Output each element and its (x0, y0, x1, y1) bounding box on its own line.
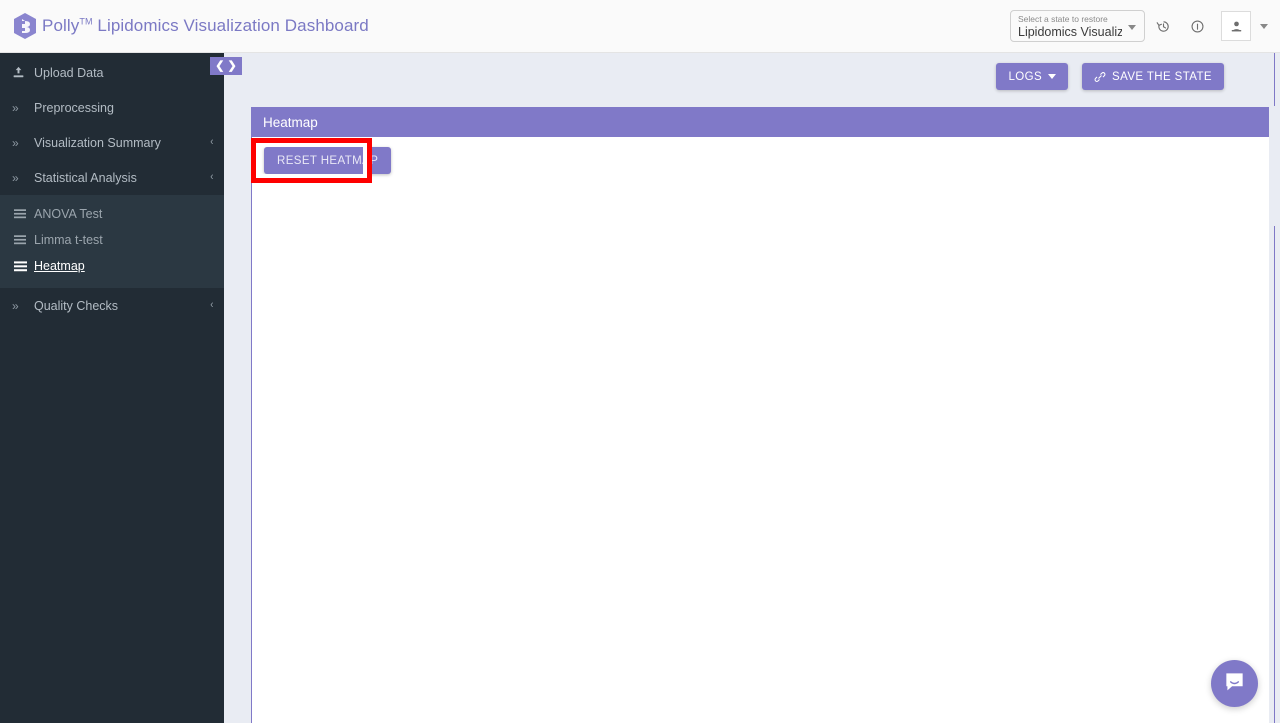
top-header-bar: PollyTM Lipidomics Visualization Dashboa… (0, 0, 1280, 53)
avatar-chevron-down-icon[interactable] (1260, 23, 1268, 29)
content-toolbar: LOGS SAVE THE STATE (996, 63, 1224, 90)
sidebar: Upload Data » Preprocessing » Visualizat… (0, 53, 224, 723)
save-the-state-button[interactable]: SAVE THE STATE (1082, 63, 1224, 90)
brand-block: PollyTM Lipidomics Visualization Dashboa… (0, 12, 369, 40)
chevrons-right-icon: » (12, 100, 19, 115)
brand-subtitle: Lipidomics Visualization Dashboard (97, 16, 369, 35)
page-scrollbar-thumb[interactable] (1274, 106, 1280, 226)
page-scrollbar-track[interactable] (1274, 53, 1280, 723)
sidebar-item-label: Quality Checks (34, 298, 119, 313)
avatar[interactable] (1221, 11, 1251, 41)
info-circle-icon[interactable] (1181, 10, 1213, 42)
sidebar-subitem-label: Heatmap (34, 259, 85, 273)
sidebar-submenu-statistical-analysis: ANOVA Test Limma t-test Heatmap (0, 195, 224, 288)
list-bars-icon (14, 235, 34, 245)
brand-tm: TM (79, 16, 93, 27)
heatmap-panel: Heatmap RESET HEATMAP (251, 107, 1269, 723)
chevron-left-icon: ‹ (210, 136, 214, 148)
polly-hexagon-logo-icon (12, 12, 38, 40)
chevrons-right-icon: » (12, 170, 19, 185)
logs-button-label: LOGS (1008, 70, 1043, 83)
sidebar-item-label: Upload Data (34, 65, 104, 80)
sidebar-subitem-label: ANOVA Test (34, 207, 103, 221)
heatmap-panel-header: Heatmap (252, 107, 1269, 137)
brand-name: Polly (42, 16, 80, 35)
sidebar-item-visualization-summary[interactable]: » Visualization Summary ‹ (0, 125, 224, 160)
reset-heatmap-button[interactable]: RESET HEATMAP (264, 147, 392, 174)
sidebar-item-statistical-analysis[interactable]: » Statistical Analysis ‹ (0, 160, 224, 195)
chevron-right-icon[interactable]: ❯ (228, 60, 237, 72)
list-bars-icon (14, 209, 34, 219)
save-the-state-label: SAVE THE STATE (1112, 70, 1212, 83)
logs-button[interactable]: LOGS (996, 63, 1069, 90)
chat-launcher-button[interactable] (1211, 660, 1258, 707)
chevrons-right-icon: » (12, 135, 19, 150)
sidebar-item-heatmap[interactable]: Heatmap (0, 253, 224, 279)
sidebar-item-label: Preprocessing (34, 100, 114, 115)
heatmap-panel-body: RESET HEATMAP (252, 137, 1269, 723)
sidebar-item-limma-t-test[interactable]: Limma t-test (0, 227, 224, 253)
chevrons-right-icon: » (12, 298, 19, 313)
sidebar-item-label: Visualization Summary (34, 135, 161, 150)
chevron-down-icon (1128, 25, 1136, 30)
state-restore-select[interactable]: Select a state to restore Lipidomics Vis… (1010, 10, 1145, 42)
chevron-left-icon: ‹ (210, 171, 214, 183)
state-restore-value: Lipidomics Visualiza... (1018, 24, 1122, 39)
link-chain-icon (1094, 71, 1106, 83)
sidebar-subitem-label: Limma t-test (34, 233, 103, 247)
page-title: PollyTM Lipidomics Visualization Dashboa… (42, 16, 369, 36)
sidebar-collapse-toggle[interactable]: ❮ ❯ (210, 57, 242, 75)
caret-down-icon (1048, 74, 1057, 79)
sidebar-item-label: Statistical Analysis (34, 170, 137, 185)
sidebar-item-upload-data[interactable]: Upload Data (0, 55, 224, 90)
header-actions: Select a state to restore Lipidomics Vis… (1010, 10, 1280, 42)
sidebar-item-anova-test[interactable]: ANOVA Test (0, 201, 224, 227)
heatmap-panel-title: Heatmap (263, 114, 318, 130)
list-bars-icon (14, 260, 34, 272)
sidebar-item-preprocessing[interactable]: » Preprocessing (0, 90, 224, 125)
sidebar-item-quality-checks[interactable]: » Quality Checks ‹ (0, 288, 224, 323)
chevron-left-icon[interactable]: ❮ (215, 60, 224, 72)
main-content: LOGS SAVE THE STATE Heatmap RESET HEATMA… (224, 53, 1274, 723)
chevron-left-icon: ‹ (210, 299, 214, 311)
state-restore-label: Select a state to restore (1018, 13, 1108, 24)
upload-icon (12, 66, 34, 79)
history-clock-icon[interactable] (1147, 10, 1179, 42)
chat-bubble-smile-icon (1223, 670, 1246, 698)
